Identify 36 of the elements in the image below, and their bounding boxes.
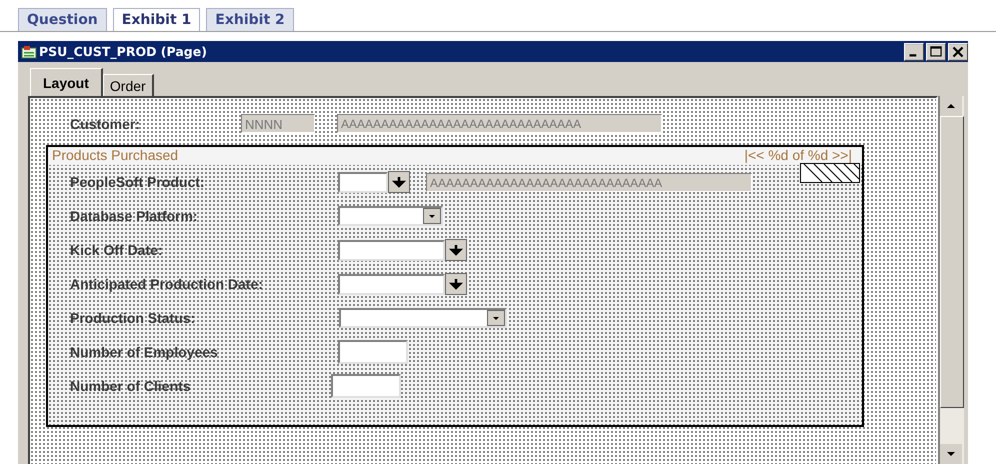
minimize-icon[interactable] — [904, 42, 924, 60]
dropdown-caret-icon[interactable] — [423, 208, 441, 224]
prompt-field[interactable] — [338, 240, 445, 260]
prompt-button-icon[interactable] — [388, 171, 410, 193]
field-label: Number of Employees — [70, 344, 219, 360]
exhibit-tab[interactable]: Exhibit 2 — [206, 8, 294, 31]
field-label: Kick Off Date: — [70, 242, 164, 258]
page-tab[interactable]: Order — [102, 74, 154, 96]
group-title: Products Purchased — [52, 147, 178, 165]
window-title: PSU_CUST_PROD (Page) — [39, 44, 207, 59]
vertical-scrollbar[interactable] — [938, 96, 964, 464]
scroll-down-icon[interactable] — [940, 444, 962, 464]
dropdown-field[interactable] — [338, 206, 443, 226]
page-icon — [21, 44, 37, 58]
field-label: Production Status: — [70, 310, 196, 326]
field-label: Customer: — [70, 116, 142, 132]
scroll-thumb[interactable] — [940, 116, 964, 408]
field-label: Database Platform: — [70, 208, 199, 224]
close-icon[interactable] — [948, 42, 968, 60]
maximize-icon[interactable] — [926, 42, 946, 60]
dropdown-caret-icon[interactable] — [487, 310, 505, 326]
number-field[interactable] — [331, 374, 401, 398]
prompt-button-icon[interactable] — [445, 273, 467, 295]
page-tab[interactable]: Layout — [30, 68, 103, 96]
exhibit-tab[interactable]: Exhibit 1 — [112, 8, 200, 31]
prompt-field[interactable] — [338, 172, 388, 192]
field-label: PeopleSoft Product: — [70, 174, 206, 190]
scroll-navigation[interactable]: |<< %d of %d >>| — [744, 147, 852, 165]
exhibit-tab[interactable]: Question — [18, 8, 107, 31]
field-label: Number of Clients — [70, 378, 192, 394]
dropdown-field[interactable] — [339, 308, 507, 328]
scroll-up-icon[interactable] — [940, 96, 962, 116]
prompt-button-icon[interactable] — [445, 239, 467, 261]
number-field[interactable] — [338, 340, 408, 364]
field-label: Anticipated Production Date: — [70, 276, 264, 292]
prompt-field[interactable] — [338, 274, 445, 294]
